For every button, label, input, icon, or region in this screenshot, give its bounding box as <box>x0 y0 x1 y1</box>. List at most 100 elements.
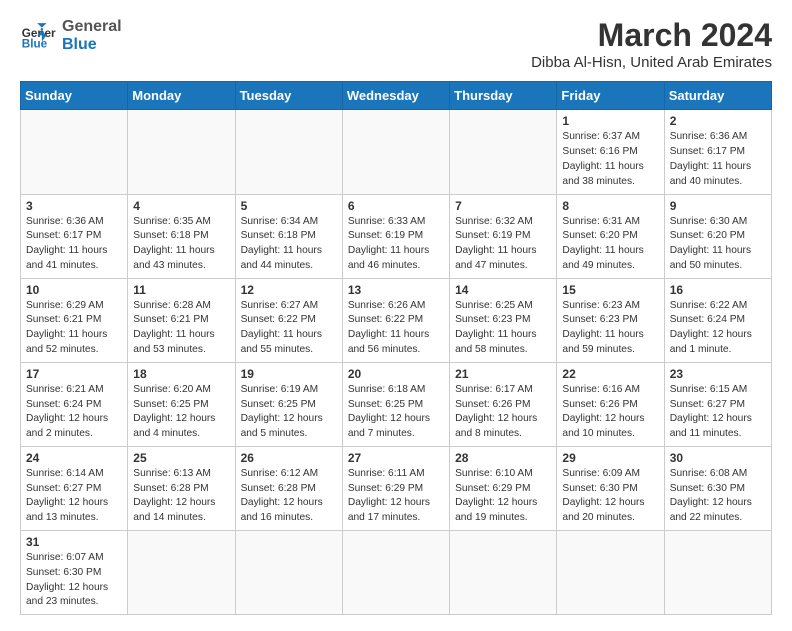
day-info: Sunrise: 6:36 AM Sunset: 6:17 PM Dayligh… <box>26 215 122 274</box>
day-number: 10 <box>26 283 122 297</box>
day-number: 6 <box>348 199 444 213</box>
day-number: 26 <box>241 451 337 465</box>
calendar-cell: 1 Sunrise: 6:37 AM Sunset: 6:16 PM Daylig… <box>557 110 664 194</box>
day-info: Sunrise: 6:31 AM Sunset: 6:20 PM Dayligh… <box>562 215 658 274</box>
calendar-cell: 10 Sunrise: 6:29 AM Sunset: 6:21 PM Dayli… <box>21 278 128 362</box>
calendar-cell <box>128 531 235 615</box>
day-number: 20 <box>348 367 444 381</box>
day-number: 29 <box>562 451 658 465</box>
calendar-cell: 3Sunrise: 6:36 AM Sunset: 6:17 PM Daylig… <box>21 194 128 278</box>
day-info: Sunrise: 6:33 AM Sunset: 6:19 PM Dayligh… <box>348 215 444 274</box>
day-number: 15 <box>562 283 658 297</box>
calendar-week-3: 17 Sunrise: 6:21 AM Sunset: 6:24 PM Dayli… <box>21 362 772 446</box>
calendar-cell: 21Sunrise: 6:17 AM Sunset: 6:26 PM Dayli… <box>450 362 557 446</box>
day-number: 30 <box>670 451 766 465</box>
calendar-cell: 22 Sunrise: 6:16 AM Sunset: 6:26 PM Dayli… <box>557 362 664 446</box>
calendar-cell <box>235 531 342 615</box>
day-info: Sunrise: 6:29 AM Sunset: 6:21 PM Dayligh… <box>26 299 122 358</box>
calendar-week-5: 31 Sunrise: 6:07 AM Sunset: 6:30 PM Dayli… <box>21 531 772 615</box>
day-number: 24 <box>26 451 122 465</box>
svg-text:Blue: Blue <box>22 37 48 50</box>
calendar-cell: 8 Sunrise: 6:31 AM Sunset: 6:20 PM Daylig… <box>557 194 664 278</box>
day-info: Sunrise: 6:36 AM Sunset: 6:17 PM Dayligh… <box>670 130 766 189</box>
calendar-cell <box>128 110 235 194</box>
calendar-cell: 4Sunrise: 6:35 AM Sunset: 6:18 PM Daylig… <box>128 194 235 278</box>
day-number: 8 <box>562 199 658 213</box>
calendar-cell: 6 Sunrise: 6:33 AM Sunset: 6:19 PM Daylig… <box>342 194 449 278</box>
day-info: Sunrise: 6:07 AM Sunset: 6:30 PM Dayligh… <box>26 551 122 610</box>
calendar-cell <box>21 110 128 194</box>
calendar-cell <box>664 531 771 615</box>
day-info: Sunrise: 6:34 AM Sunset: 6:18 PM Dayligh… <box>241 215 337 274</box>
day-info: Sunrise: 6:09 AM Sunset: 6:30 PM Dayligh… <box>562 467 658 526</box>
day-number: 4 <box>133 199 229 213</box>
calendar-cell <box>342 110 449 194</box>
logo-icon: General Blue <box>20 17 56 53</box>
day-info: Sunrise: 6:18 AM Sunset: 6:25 PM Dayligh… <box>348 383 444 442</box>
calendar-cell: 29 Sunrise: 6:09 AM Sunset: 6:30 PM Dayli… <box>557 446 664 530</box>
calendar-week-2: 10 Sunrise: 6:29 AM Sunset: 6:21 PM Dayli… <box>21 278 772 362</box>
page-header: General Blue General Blue March 2024 Dib… <box>20 16 772 71</box>
day-info: Sunrise: 6:37 AM Sunset: 6:16 PM Dayligh… <box>562 130 658 189</box>
calendar-cell: 19 Sunrise: 6:19 AM Sunset: 6:25 PM Dayli… <box>235 362 342 446</box>
calendar-week-0: 1 Sunrise: 6:37 AM Sunset: 6:16 PM Daylig… <box>21 110 772 194</box>
calendar-cell: 9Sunrise: 6:30 AM Sunset: 6:20 PM Daylig… <box>664 194 771 278</box>
weekday-header-tuesday: Tuesday <box>235 82 342 110</box>
logo: General Blue General Blue <box>20 16 122 53</box>
calendar-cell: 27 Sunrise: 6:11 AM Sunset: 6:29 PM Dayli… <box>342 446 449 530</box>
calendar-cell: 7Sunrise: 6:32 AM Sunset: 6:19 PM Daylig… <box>450 194 557 278</box>
calendar-cell <box>235 110 342 194</box>
weekday-header-monday: Monday <box>128 82 235 110</box>
day-number: 2 <box>670 114 766 128</box>
weekday-header-row: SundayMondayTuesdayWednesdayThursdayFrid… <box>21 82 772 110</box>
day-number: 14 <box>455 283 551 297</box>
calendar-cell: 28Sunrise: 6:10 AM Sunset: 6:29 PM Dayli… <box>450 446 557 530</box>
calendar-cell: 26Sunrise: 6:12 AM Sunset: 6:28 PM Dayli… <box>235 446 342 530</box>
calendar-cell <box>557 531 664 615</box>
day-info: Sunrise: 6:14 AM Sunset: 6:27 PM Dayligh… <box>26 467 122 526</box>
calendar-cell: 25Sunrise: 6:13 AM Sunset: 6:28 PM Dayli… <box>128 446 235 530</box>
day-number: 18 <box>133 367 229 381</box>
calendar-cell: 16Sunrise: 6:22 AM Sunset: 6:24 PM Dayli… <box>664 278 771 362</box>
day-number: 12 <box>241 283 337 297</box>
calendar-cell: 14 Sunrise: 6:25 AM Sunset: 6:23 PM Dayli… <box>450 278 557 362</box>
calendar-cell: 23Sunrise: 6:15 AM Sunset: 6:27 PM Dayli… <box>664 362 771 446</box>
day-info: Sunrise: 6:20 AM Sunset: 6:25 PM Dayligh… <box>133 383 229 442</box>
day-number: 19 <box>241 367 337 381</box>
calendar-cell <box>450 531 557 615</box>
day-info: Sunrise: 6:19 AM Sunset: 6:25 PM Dayligh… <box>241 383 337 442</box>
day-number: 22 <box>562 367 658 381</box>
day-number: 1 <box>562 114 658 128</box>
weekday-header-wednesday: Wednesday <box>342 82 449 110</box>
calendar-cell: 17 Sunrise: 6:21 AM Sunset: 6:24 PM Dayli… <box>21 362 128 446</box>
calendar-cell: 2 Sunrise: 6:36 AM Sunset: 6:17 PM Daylig… <box>664 110 771 194</box>
day-number: 31 <box>26 535 122 549</box>
day-number: 28 <box>455 451 551 465</box>
day-number: 16 <box>670 283 766 297</box>
day-info: Sunrise: 6:23 AM Sunset: 6:23 PM Dayligh… <box>562 299 658 358</box>
day-info: Sunrise: 6:11 AM Sunset: 6:29 PM Dayligh… <box>348 467 444 526</box>
day-info: Sunrise: 6:08 AM Sunset: 6:30 PM Dayligh… <box>670 467 766 526</box>
calendar-cell: 11Sunrise: 6:28 AM Sunset: 6:21 PM Dayli… <box>128 278 235 362</box>
calendar-cell <box>342 531 449 615</box>
day-number: 17 <box>26 367 122 381</box>
day-number: 5 <box>241 199 337 213</box>
day-info: Sunrise: 6:26 AM Sunset: 6:22 PM Dayligh… <box>348 299 444 358</box>
day-info: Sunrise: 6:16 AM Sunset: 6:26 PM Dayligh… <box>562 383 658 442</box>
day-number: 21 <box>455 367 551 381</box>
weekday-header-thursday: Thursday <box>450 82 557 110</box>
calendar-cell <box>450 110 557 194</box>
location: Dibba Al-Hisn, United Arab Emirates <box>531 54 772 71</box>
weekday-header-saturday: Saturday <box>664 82 771 110</box>
calendar-cell: 20 Sunrise: 6:18 AM Sunset: 6:25 PM Dayli… <box>342 362 449 446</box>
day-number: 23 <box>670 367 766 381</box>
day-info: Sunrise: 6:21 AM Sunset: 6:24 PM Dayligh… <box>26 383 122 442</box>
calendar-cell: 30 Sunrise: 6:08 AM Sunset: 6:30 PM Dayli… <box>664 446 771 530</box>
calendar-cell: 5 Sunrise: 6:34 AM Sunset: 6:18 PM Daylig… <box>235 194 342 278</box>
day-info: Sunrise: 6:25 AM Sunset: 6:23 PM Dayligh… <box>455 299 551 358</box>
calendar-week-1: 3Sunrise: 6:36 AM Sunset: 6:17 PM Daylig… <box>21 194 772 278</box>
day-number: 9 <box>670 199 766 213</box>
weekday-header-friday: Friday <box>557 82 664 110</box>
day-info: Sunrise: 6:13 AM Sunset: 6:28 PM Dayligh… <box>133 467 229 526</box>
day-number: 27 <box>348 451 444 465</box>
